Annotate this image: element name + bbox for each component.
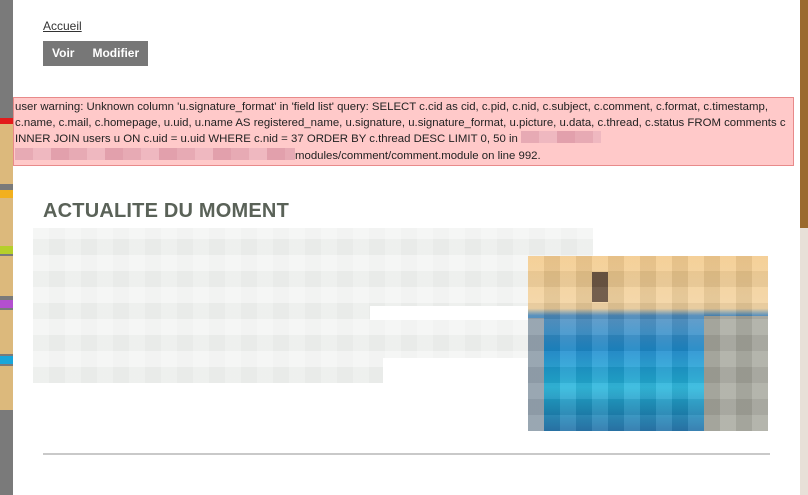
error-message-file: modules/comment/comment.module on line 9… [295,149,541,162]
error-message: user warning: Unknown column 'u.signatur… [13,97,794,166]
redacted-path [521,131,602,143]
section-title: ACTUALITE DU MOMENT [43,200,289,222]
divider [43,453,770,455]
left-strip-tan-segment [0,256,13,296]
right-decorative-strip [800,0,808,495]
error-message-text: user warning: Unknown column 'u.signatur… [15,101,786,145]
blurred-article-text [33,228,593,383]
left-strip-tan-segment [0,198,13,246]
breadcrumb-home-link[interactable]: Accueil [43,19,82,33]
article-image[interactable] [528,256,768,431]
left-strip-yellow-segment [0,190,13,198]
left-strip-purple-segment [0,300,13,308]
left-strip-blue-segment [0,356,13,364]
tab-edit[interactable]: Modifier [83,41,148,66]
node-tabs: Voir Modifier [43,41,149,66]
redacted-path [15,147,295,160]
left-strip-green-segment [0,246,13,254]
tab-view[interactable]: Voir [43,41,83,66]
left-strip-tan-segment [0,124,13,184]
left-decorative-strip [0,0,13,495]
left-strip-tan-segment [0,366,13,410]
left-strip-tan-segment [0,310,13,354]
